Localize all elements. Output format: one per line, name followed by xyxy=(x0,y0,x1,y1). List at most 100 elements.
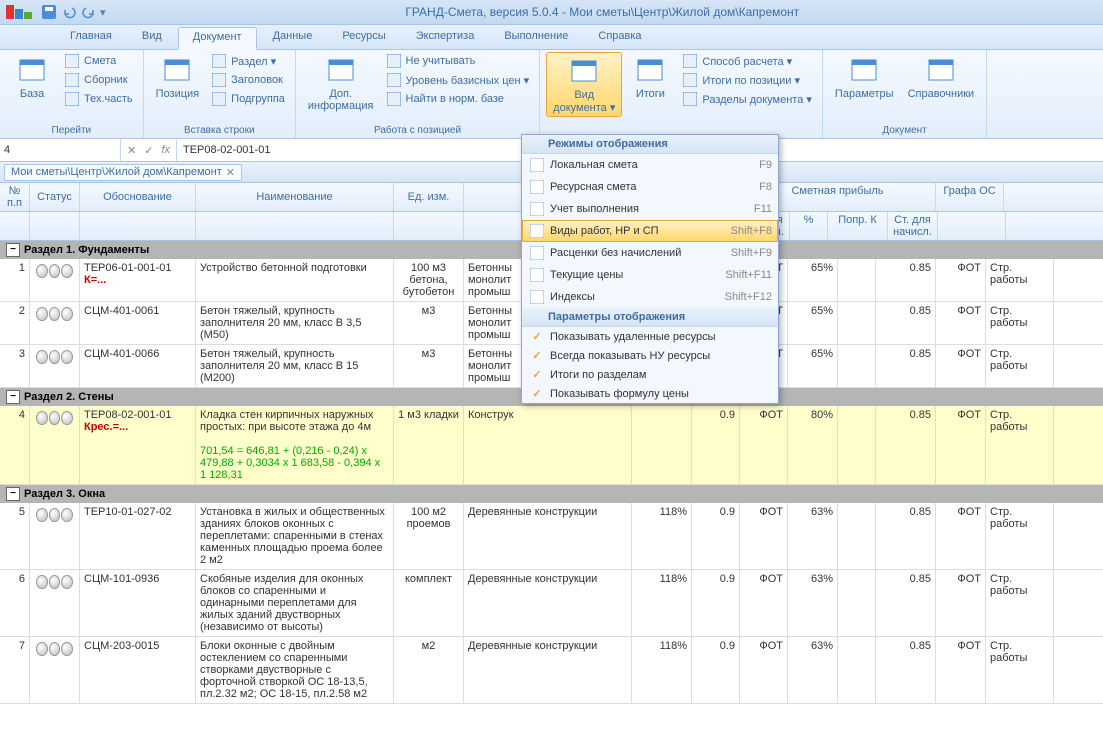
table-cell: Скобяные изделия для оконных блоков со с… xyxy=(196,570,394,636)
cell-reference[interactable]: 4 xyxy=(0,139,121,161)
table-cell: Устройство бетонной подготовки xyxy=(196,259,394,301)
ribbon-button[interactable]: Итоги xyxy=(624,52,676,102)
menu-item[interactable]: Учет выполненияF11 xyxy=(522,198,778,220)
tab-документ[interactable]: Документ xyxy=(178,27,257,50)
table-cell: Стр. работы xyxy=(986,302,1054,344)
window-title: ГРАНД-Смета, версия 5.0.4 - Мои сметы\Це… xyxy=(106,5,1099,19)
table-cell: СЦМ-101-0936 xyxy=(80,570,196,636)
column-header[interactable]: Обоснование xyxy=(80,183,196,211)
ribbon-group-label: Вставка строки xyxy=(150,123,289,136)
column-subheader[interactable]: Попр. К xyxy=(828,212,888,240)
tab-данные[interactable]: Данные xyxy=(259,27,327,49)
document-tab[interactable]: Мои сметы\Центр\Жилой дом\Капремонт✕ xyxy=(4,164,242,181)
table-cell: ФОТ xyxy=(936,570,986,636)
ribbon-small-button[interactable]: Смета xyxy=(60,52,137,70)
collapse-icon[interactable]: − xyxy=(6,243,20,257)
menu-checkbox-item[interactable]: ✓Итоги по разделам xyxy=(522,365,778,384)
table-cell: Стр. работы xyxy=(986,345,1054,387)
table-cell: 0.9 xyxy=(692,503,740,569)
ribbon-button[interactable]: База xyxy=(6,52,58,102)
table-cell: м3 xyxy=(394,302,464,344)
table-row[interactable]: 6СЦМ-101-0936Скобяные изделия для оконны… xyxy=(0,570,1103,637)
ribbon-small-button[interactable]: Итоги по позиции ▾ xyxy=(678,71,816,89)
tab-выполнение[interactable]: Выполнение xyxy=(490,27,582,49)
menu-checkbox-item[interactable]: ✓Всегда показывать НУ ресурсы xyxy=(522,346,778,365)
table-cell: Стр. работы xyxy=(986,503,1054,569)
ribbon-small-button[interactable]: Не учитывать xyxy=(382,52,534,70)
menu-checkbox-item[interactable]: ✓Показывать удаленные ресурсы xyxy=(522,327,778,346)
menu-item[interactable]: Локальная сметаF9 xyxy=(522,154,778,176)
menu-item[interactable]: ИндексыShift+F12 xyxy=(522,286,778,308)
ribbon-small-button[interactable]: Сборник xyxy=(60,71,137,89)
table-cell: 63% xyxy=(788,637,838,703)
close-icon[interactable]: ✕ xyxy=(226,166,235,179)
table-cell: ФОТ xyxy=(936,345,986,387)
qat-save-icon[interactable] xyxy=(40,3,58,21)
menu-item-icon xyxy=(528,245,546,261)
ribbon-small-button[interactable]: Найти в норм. базе xyxy=(382,90,534,108)
table-row[interactable]: 7СЦМ-203-0015Блоки оконные с двойным ост… xyxy=(0,637,1103,704)
column-subheader[interactable]: Ст. для начисл. xyxy=(888,212,938,240)
menu-item-icon xyxy=(528,179,546,195)
ribbon-small-button[interactable]: Способ расчета ▾ xyxy=(678,52,816,70)
menu-heading: Режимы отображения xyxy=(522,135,778,154)
table-cell xyxy=(30,637,80,703)
check-icon: ✓ xyxy=(528,330,546,343)
ribbon-small-button[interactable]: Разделы документа ▾ xyxy=(678,90,816,108)
ribbon-small-button[interactable]: Тех.часть xyxy=(60,90,137,108)
ribbon-button[interactable]: Справочники xyxy=(902,52,981,102)
tab-главная[interactable]: Главная xyxy=(56,27,126,49)
table-cell: 1 м3 кладки xyxy=(394,406,464,484)
tab-вид[interactable]: Вид xyxy=(128,27,176,49)
tab-ресурсы[interactable]: Ресурсы xyxy=(328,27,399,49)
tab-экспертиза[interactable]: Экспертиза xyxy=(402,27,489,49)
table-cell: ФОТ xyxy=(936,406,986,484)
table-cell: 65% xyxy=(788,345,838,387)
table-row[interactable]: 4 ТЕР08-02-001-01Крес.=...Кладка стен кир… xyxy=(0,406,1103,485)
menu-item-icon xyxy=(528,267,546,283)
table-cell: 4 xyxy=(0,406,30,484)
table-cell: 118% xyxy=(632,570,692,636)
column-subheader[interactable]: % xyxy=(790,212,828,240)
menu-checkbox-item[interactable]: ✓Показывать формулу цены xyxy=(522,384,778,403)
table-cell: Кладка стен кирпичных наружных простых: … xyxy=(196,406,394,484)
table-cell: Стр. работы xyxy=(986,637,1054,703)
table-cell: СЦМ-401-0061 xyxy=(80,302,196,344)
table-cell: 0.9 xyxy=(692,570,740,636)
section-header[interactable]: −Раздел 3. Окна xyxy=(0,485,1103,503)
table-cell: ТЕР08-02-001-01Крес.=... xyxy=(80,406,196,484)
table-cell xyxy=(30,503,80,569)
column-header[interactable]: Наименование xyxy=(196,183,394,211)
ribbon-small-button[interactable]: Заголовок xyxy=(207,71,289,89)
menu-item[interactable]: Виды работ, НР и СПShift+F8 xyxy=(522,220,778,242)
column-header[interactable]: Графа ОС xyxy=(936,183,1004,211)
menu-item[interactable]: Текущие ценыShift+F11 xyxy=(522,264,778,286)
menu-item[interactable]: Ресурсная сметаF8 xyxy=(522,176,778,198)
ribbon-small-button[interactable]: Уровень базисных цен ▾ xyxy=(382,71,534,89)
column-header[interactable]: № п.п xyxy=(0,183,30,211)
ribbon-button[interactable]: Параметры xyxy=(829,52,900,102)
app-icon[interactable] xyxy=(4,3,36,21)
qat-undo-icon[interactable] xyxy=(60,3,78,21)
status-dots xyxy=(34,262,75,280)
table-cell: м2 xyxy=(394,637,464,703)
column-header[interactable]: Статус xyxy=(30,183,80,211)
collapse-icon[interactable]: − xyxy=(6,487,20,501)
tab-справка[interactable]: Справка xyxy=(584,27,655,49)
qat-redo-icon[interactable] xyxy=(80,3,98,21)
collapse-icon[interactable]: − xyxy=(6,390,20,404)
ribbon-button[interactable]: Виддокумента ▾ xyxy=(546,52,622,117)
ribbon-small-button[interactable]: Подгруппа xyxy=(207,90,289,108)
formula-controls[interactable]: ✕✓fx xyxy=(121,139,177,161)
table-row[interactable]: 5ТЕР10-01-027-02Установка в жилых и обще… xyxy=(0,503,1103,570)
column-header[interactable]: Ед. изм. xyxy=(394,183,464,211)
ribbon-button[interactable]: Доп.информация xyxy=(302,52,380,114)
ribbon-button[interactable]: Позиция xyxy=(150,52,206,102)
table-cell: 0.85 xyxy=(876,503,936,569)
status-dots xyxy=(34,305,75,323)
ribbon: БазаСметаСборникТех.частьПерейтиПозицияР… xyxy=(0,50,1103,139)
ribbon-small-button[interactable]: Раздел ▾ xyxy=(207,52,289,70)
menu-item[interactable]: Расценки без начисленийShift+F9 xyxy=(522,242,778,264)
table-cell: Бетон тяжелый, крупность заполнителя 20 … xyxy=(196,345,394,387)
formula-input[interactable]: ТЕР08-02-001-01 xyxy=(177,144,276,156)
